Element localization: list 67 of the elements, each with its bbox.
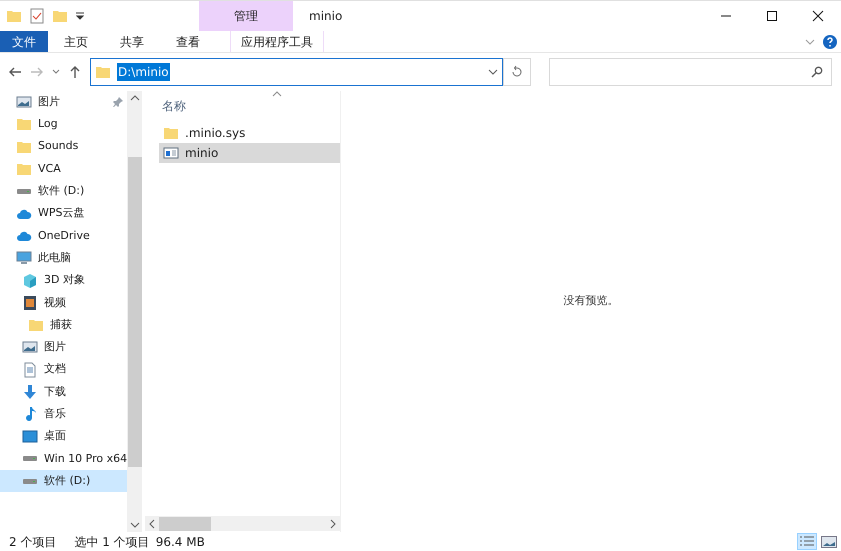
vertical-scrollbar[interactable] xyxy=(127,91,142,532)
picture-icon xyxy=(22,339,38,356)
sidebar-item[interactable]: WPS云盘 xyxy=(0,202,127,225)
application-icon xyxy=(163,145,179,161)
sidebar-item[interactable]: OneDrive xyxy=(0,224,127,248)
up-arrow-icon[interactable] xyxy=(68,65,82,79)
sidebar-item[interactable]: 图片 xyxy=(0,336,127,359)
status-count: 2 个项目 xyxy=(9,534,56,550)
file-row[interactable]: .minio.sys xyxy=(159,123,340,143)
sidebar-item[interactable]: 捕获 xyxy=(0,314,127,336)
sidebar-item[interactable]: 音乐 xyxy=(0,403,127,426)
window-title: minio xyxy=(309,8,342,25)
ribbon-tab[interactable]: 文件 xyxy=(0,31,48,52)
file-row[interactable]: minio xyxy=(159,143,340,163)
down-arrow-icon xyxy=(22,384,38,400)
folder-icon xyxy=(163,125,179,141)
chevron-down-icon[interactable] xyxy=(488,67,498,77)
drive-icon xyxy=(16,188,32,194)
address-field[interactable]: D:\minio xyxy=(90,58,503,86)
help-icon[interactable] xyxy=(823,34,837,48)
preview-message: 没有预览。 xyxy=(564,293,618,310)
ribbon-tab[interactable]: 主页 xyxy=(48,31,104,52)
column-header[interactable]: 名称 xyxy=(162,97,186,115)
sidebar-item[interactable]: 软件 (D:) xyxy=(0,180,127,202)
ribbon-tab[interactable]: 共享 xyxy=(104,31,160,52)
sidebar-item[interactable]: 软件 (D:) xyxy=(0,470,127,492)
properties-icon[interactable] xyxy=(30,8,44,24)
sidebar-item[interactable]: 文档 xyxy=(0,358,127,381)
search-icon xyxy=(811,66,823,78)
details-view-icon[interactable] xyxy=(797,533,817,550)
drive-icon xyxy=(22,456,38,462)
status-size: 96.4 MB xyxy=(156,534,205,550)
folder-icon xyxy=(6,8,22,24)
sidebar-item[interactable]: 下载 xyxy=(0,380,127,404)
thumbnail-view-icon[interactable] xyxy=(821,534,837,548)
sidebar-item[interactable]: 视频 xyxy=(0,292,127,314)
sidebar-item[interactable]: Win 10 Pro x64 xyxy=(0,448,127,470)
desktop-icon xyxy=(22,428,38,445)
sidebar-item[interactable]: VCA xyxy=(0,158,127,180)
document-icon xyxy=(22,362,38,378)
sidebar-item[interactable]: Log xyxy=(0,113,127,136)
folder-icon xyxy=(52,8,68,24)
back-arrow-icon[interactable] xyxy=(8,65,22,79)
search-field[interactable] xyxy=(549,58,832,86)
context-tab-header: 管理 xyxy=(199,1,293,31)
sidebar-item[interactable]: 3D 对象 xyxy=(0,269,127,292)
folder-icon xyxy=(16,116,32,132)
sidebar-item[interactable]: 图片 xyxy=(0,91,127,114)
sidebar-item[interactable]: 桌面 xyxy=(0,425,127,448)
refresh-button[interactable] xyxy=(503,58,531,86)
dropdown-icon[interactable] xyxy=(76,12,84,20)
picture-icon xyxy=(16,94,32,110)
cube-icon xyxy=(22,272,38,289)
status-selection: 选中 1 个项目 xyxy=(74,534,150,550)
computer-icon xyxy=(16,250,32,266)
chevron-down-icon[interactable] xyxy=(52,68,60,76)
film-icon xyxy=(22,294,38,311)
address-path: D:\minio xyxy=(117,63,170,81)
folder-icon xyxy=(28,317,44,334)
horizontal-scrollbar[interactable] xyxy=(145,516,340,531)
folder-icon xyxy=(16,161,32,178)
ribbon-tab[interactable]: 查看 xyxy=(160,31,216,52)
sidebar-item[interactable]: Sounds xyxy=(0,136,127,158)
drive-icon xyxy=(22,478,38,484)
sidebar-item[interactable]: 此电脑 xyxy=(0,247,127,270)
folder-icon xyxy=(95,64,111,80)
ribbon-tab[interactable]: 应用程序工具 xyxy=(230,31,324,52)
